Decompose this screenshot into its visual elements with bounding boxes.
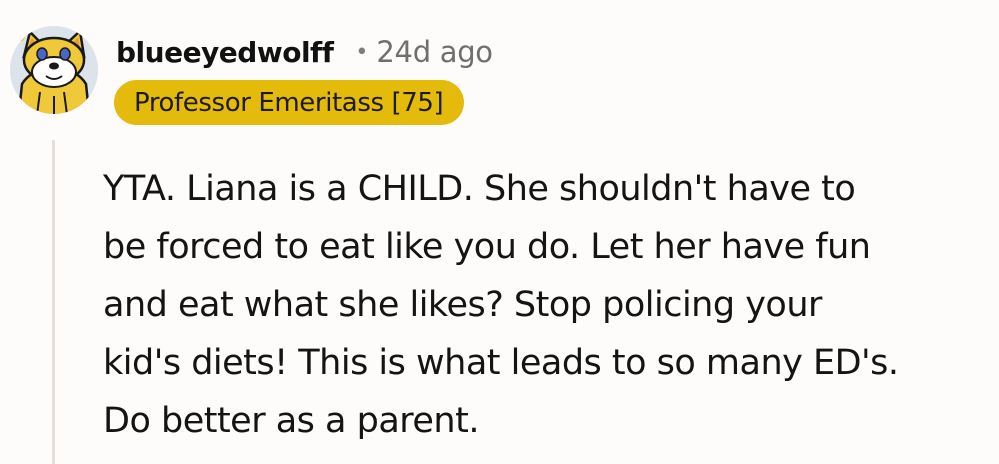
- comment-body: YTA. Liana is a CHILD. She shouldn't hav…: [103, 160, 983, 450]
- user-avatar[interactable]: [10, 26, 98, 114]
- shiba-doge-avatar-icon: [10, 26, 98, 114]
- comment-timestamp[interactable]: 24d ago: [376, 35, 493, 69]
- comment-body-line: Do better as a parent.: [103, 401, 479, 441]
- comment: blueeyedwolff • 24d ago Professor Emerit…: [0, 0, 999, 464]
- comment-body-line: YTA. Liana is a CHILD. She shouldn't hav…: [103, 169, 856, 209]
- comment-header: blueeyedwolff • 24d ago: [116, 30, 493, 74]
- username-link[interactable]: blueeyedwolff: [116, 36, 334, 69]
- separator-dot: •: [355, 39, 369, 65]
- comment-body-line: kid's diets! This is what leads to so ma…: [103, 343, 899, 383]
- comment-body-line: and eat what she likes? Stop policing yo…: [103, 285, 822, 325]
- thread-collapse-line[interactable]: [52, 140, 55, 464]
- user-flair-badge: Professor Emeritass [75]: [114, 80, 465, 125]
- comment-body-line: be forced to eat like you do. Let her ha…: [103, 227, 871, 267]
